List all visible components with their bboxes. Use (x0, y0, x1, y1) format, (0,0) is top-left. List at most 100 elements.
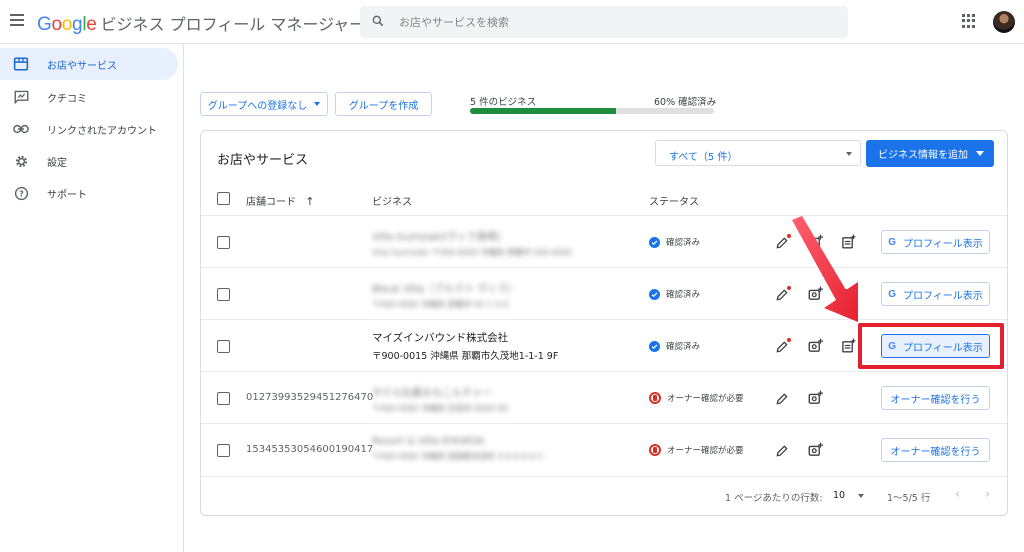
business-address: 〒000-0000 沖縄県 国頭郡本部町 0-0-0-0-0-1 (372, 452, 544, 461)
select-all-checkbox[interactable] (217, 192, 230, 205)
google-logo: Google (37, 14, 97, 35)
sidebar-item-label: お店やサービス (47, 60, 117, 72)
business-address: 〒000-0000 沖縄県 石垣市 0000-00 (372, 404, 508, 413)
divider (201, 423, 1007, 424)
business-info-blurred: Resort & Villa EHUKOA 〒000-0000 沖縄県 国頭郡本部… (372, 436, 543, 462)
link-icon (0, 124, 40, 134)
svg-text:?: ? (19, 188, 24, 198)
row-checkbox[interactable] (217, 236, 230, 249)
sidebar: お店やサービス クチコミ リンクされたアカウント 設定 ? サポート (0, 44, 184, 552)
warning-icon (649, 392, 661, 404)
status-badge: 確認済み (649, 340, 700, 352)
column-header-status: ステータス (649, 197, 699, 208)
gear-icon (0, 154, 40, 169)
business-address: 〒000-0000 沖縄県 那覇市 00 1-3-0 (372, 300, 508, 309)
divider (201, 215, 1007, 216)
chevron-down-icon (314, 102, 321, 106)
business-name: Villa Gumizaki(ヴィラ美崎) (372, 232, 501, 243)
google-g-icon: G (888, 288, 896, 300)
view-profile-button[interactable]: G プロフィール表示 (881, 230, 990, 254)
verified-check-icon (649, 236, 660, 248)
menu-icon[interactable] (10, 14, 24, 26)
sidebar-item-settings[interactable]: 設定 (0, 145, 178, 177)
view-profile-button[interactable]: G プロフィール表示 (881, 282, 990, 306)
page-range: 1～5/5 行 (887, 493, 931, 504)
business-info-blurred: ホテル比嘉＆もこんチャー〒000-0000 沖縄県 石垣市 0000-00 (372, 384, 508, 414)
business-info-blurred: Bleuk Villa（ブルクト ヴィラ） 〒000-0000 沖縄県 那覇市 0… (372, 280, 517, 310)
action-label: オーナー確認を行う (890, 394, 981, 406)
add-business-button[interactable]: ビジネス情報を追加 (866, 140, 994, 167)
status-text: オーナー確認が必要 (667, 446, 744, 456)
app-title: ビジネス プロフィール マネージャー (100, 15, 366, 34)
status-badge: 確認済み (649, 288, 700, 300)
verified-check-icon (649, 288, 660, 300)
action-label: オーナー確認を行う (890, 446, 981, 458)
arrow-up-icon: ↑ (305, 195, 315, 208)
sidebar-item-label: サポート (47, 189, 87, 201)
add-photo-icon[interactable] (808, 442, 824, 458)
business-address: 〒900-0015 沖縄県 那覇市久茂地1-1-1 9F (372, 351, 559, 362)
sidebar-item-linked-accounts[interactable]: リンクされたアカウント (0, 113, 178, 145)
rows-per-page-select[interactable]: 10 (833, 490, 865, 501)
next-page-icon[interactable]: › (985, 487, 990, 502)
business-count: 5 件のビジネス (470, 97, 537, 108)
divider (201, 319, 1007, 320)
edit-pencil-icon[interactable] (775, 443, 791, 459)
status-badge: オーナー確認が必要 (649, 392, 744, 404)
divider (201, 267, 1007, 268)
card-title: お店やサービス (217, 153, 309, 168)
search-input[interactable]: お店やサービスを検索 (360, 6, 848, 38)
create-group-label: グループを作成 (348, 100, 419, 112)
add-photo-icon[interactable] (808, 390, 824, 406)
store-code: 01273993529451276470 (246, 392, 374, 403)
business-address: Villa Gumizaki 〒000-0000 沖縄県 那覇市 000-000… (372, 248, 572, 257)
group-dropdown[interactable]: グループへの登録なし (200, 92, 328, 116)
status-badge: オーナー確認が必要 (649, 444, 744, 456)
add-post-icon[interactable] (841, 338, 857, 354)
verify-owner-button[interactable]: オーナー確認を行う (881, 386, 990, 410)
apps-grid-icon[interactable] (962, 14, 976, 28)
sidebar-item-label: リンクされたアカウント (47, 125, 157, 137)
add-photo-icon[interactable] (808, 338, 824, 354)
status-badge: 確認済み (649, 236, 700, 248)
notification-dot (787, 338, 791, 342)
column-header-code[interactable]: 店舗コード ↑ (246, 193, 314, 208)
review-icon (0, 90, 40, 104)
add-business-label: ビジネス情報を追加 (878, 150, 968, 161)
sidebar-item-stores[interactable]: お店やサービス (0, 48, 178, 80)
status-text: 確認済み (666, 342, 701, 352)
status-text: 確認済み (666, 290, 701, 300)
sidebar-item-label: クチコミ (47, 93, 87, 105)
prev-page-icon[interactable]: ‹ (955, 487, 960, 502)
store-code: 15345353054600190417 (246, 444, 374, 455)
app-brand: Google ビジネス プロフィール マネージャー (37, 11, 365, 36)
row-checkbox[interactable] (217, 288, 230, 301)
row-checkbox[interactable] (217, 340, 230, 353)
edit-pencil-icon[interactable] (775, 391, 791, 407)
sidebar-item-reviews[interactable]: クチコミ (0, 81, 178, 113)
business-info-blurred: Villa Gumizaki(ヴィラ美崎) Villa Gumizaki 〒000… (372, 228, 572, 258)
sidebar-item-support[interactable]: ? サポート (0, 177, 178, 209)
search-placeholder: お店やサービスを検索 (399, 16, 509, 29)
avatar[interactable] (993, 11, 1015, 33)
verified-percent: 60% 確認済み (654, 97, 717, 108)
divider (201, 371, 1007, 372)
business-name[interactable]: マイズインバウンド株式会社 (372, 330, 508, 345)
storefront-icon (0, 57, 40, 71)
chevron-down-icon (846, 152, 852, 156)
status-text: オーナー確認が必要 (667, 394, 744, 404)
business-name: Resort & Villa EHUKOA (372, 436, 485, 447)
filter-value: すべて（5 件） (669, 152, 738, 163)
row-checkbox[interactable] (217, 444, 230, 457)
chevron-down-icon (976, 151, 984, 156)
filter-select[interactable]: すべて（5 件） (655, 140, 861, 166)
divider (201, 476, 1007, 477)
row-checkbox[interactable] (217, 392, 230, 405)
sidebar-item-label: 設定 (47, 157, 67, 169)
verify-owner-button[interactable]: オーナー確認を行う (881, 438, 990, 462)
create-group-button[interactable]: グループを作成 (335, 92, 432, 116)
annotation-arrow-icon (792, 216, 858, 322)
verification-progress-bar (470, 108, 714, 114)
business-name: ホテル比嘉＆もこんチャー (372, 388, 492, 399)
rows-per-page-value: 10 (833, 490, 846, 501)
